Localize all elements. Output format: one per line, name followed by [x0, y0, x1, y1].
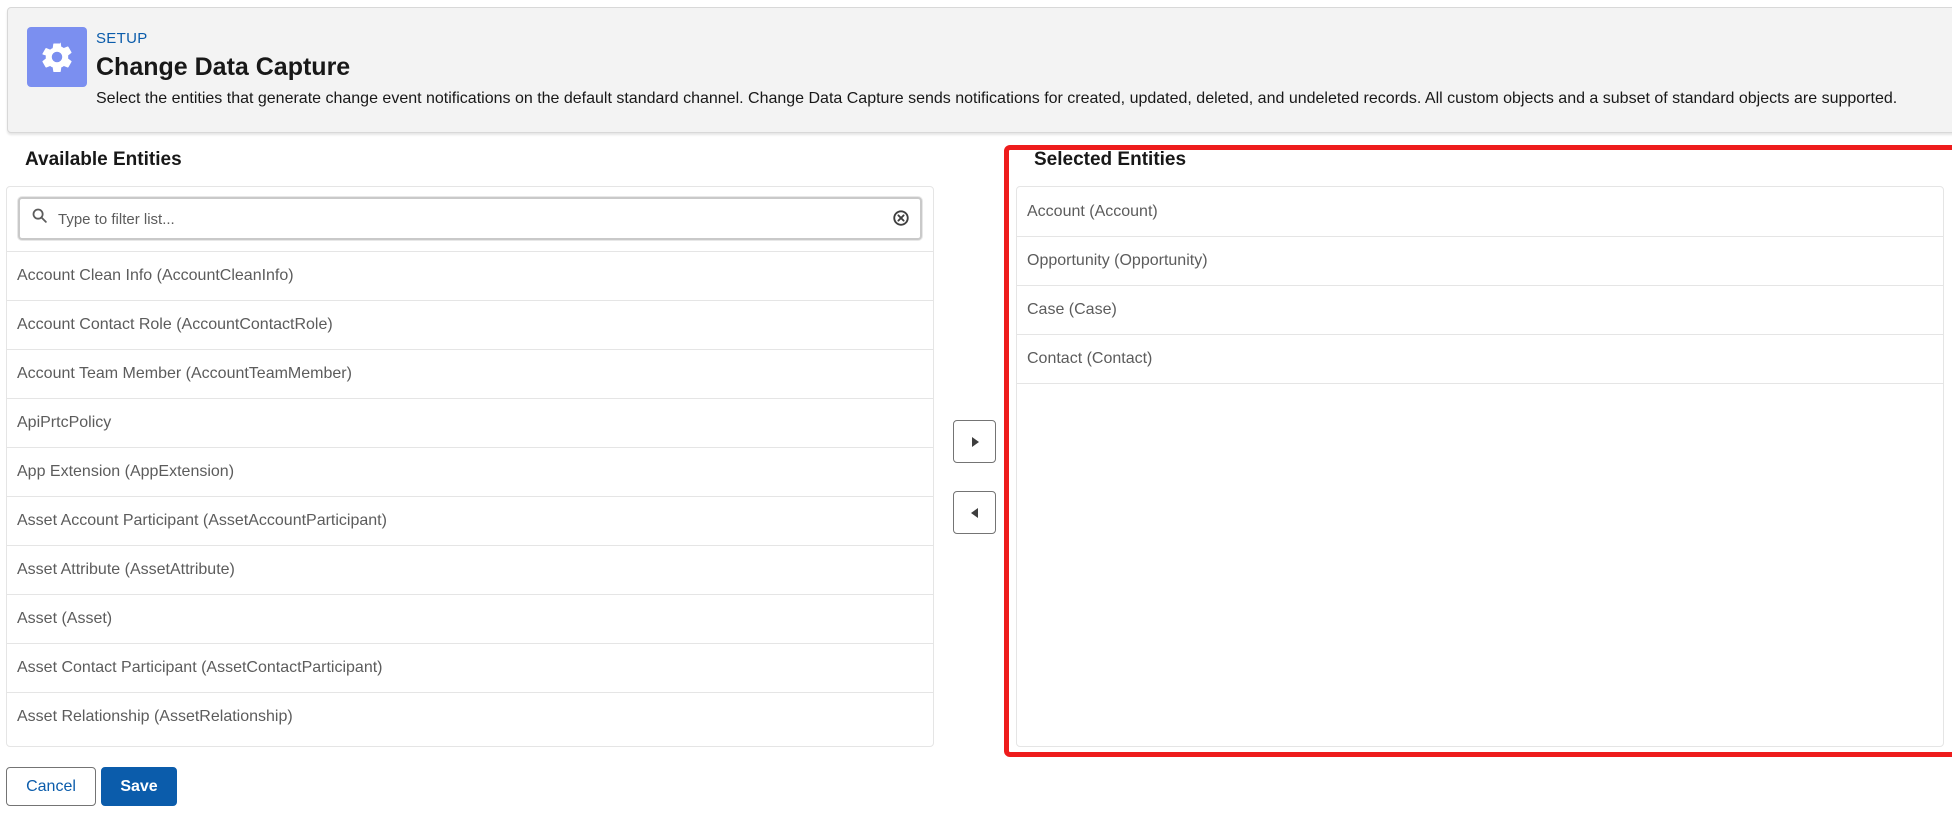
filter-search-box	[18, 197, 922, 240]
available-item[interactable]: Account Clean Info (AccountCleanInfo)	[7, 251, 933, 300]
page-header: SETUP Change Data Capture Select the ent…	[7, 7, 1952, 133]
available-entities-panel: Account Clean Info (AccountCleanInfo) Ac…	[6, 186, 934, 747]
caret-left-icon	[970, 507, 978, 518]
caret-right-icon	[971, 436, 979, 447]
available-item[interactable]: Asset Account Participant (AssetAccountP…	[7, 496, 933, 545]
selected-item[interactable]: Account (Account)	[1017, 187, 1943, 236]
selected-entities-list: Account (Account) Opportunity (Opportuni…	[1017, 187, 1943, 384]
selected-item[interactable]: Case (Case)	[1017, 285, 1943, 334]
search-icon	[31, 207, 48, 229]
header-eyebrow: SETUP	[96, 30, 148, 47]
page-description: Select the entities that generate change…	[96, 90, 1898, 107]
available-item[interactable]: ApiPrtcPolicy	[7, 398, 933, 447]
filter-input[interactable]	[58, 205, 878, 233]
selected-entities-title: Selected Entities	[1034, 149, 1187, 170]
selected-item[interactable]: Contact (Contact)	[1017, 334, 1943, 383]
move-left-button[interactable]	[953, 491, 996, 534]
available-item[interactable]: Asset Attribute (AssetAttribute)	[7, 545, 933, 594]
available-item[interactable]: Account Contact Role (AccountContactRole…	[7, 300, 933, 349]
available-item[interactable]: Asset (Asset)	[7, 594, 933, 643]
available-item[interactable]: Asset Relationship (AssetRelationship)	[7, 692, 933, 741]
available-item[interactable]: Asset Contact Participant (AssetContactP…	[7, 643, 933, 692]
list-divider	[1017, 383, 1943, 384]
move-right-button[interactable]	[953, 420, 996, 463]
selected-item[interactable]: Opportunity (Opportunity)	[1017, 236, 1943, 285]
available-entities-title: Available Entities	[25, 149, 182, 170]
selected-entities-panel: Account (Account) Opportunity (Opportuni…	[1016, 186, 1944, 747]
cancel-button[interactable]: Cancel	[6, 767, 96, 806]
save-button[interactable]: Save	[101, 767, 177, 806]
available-entities-list: Account Clean Info (AccountCleanInfo) Ac…	[7, 251, 933, 741]
page-title: Change Data Capture	[96, 53, 351, 81]
gear-icon	[27, 27, 87, 87]
clear-icon[interactable]	[892, 209, 910, 232]
available-item[interactable]: App Extension (AppExtension)	[7, 447, 933, 496]
available-item[interactable]: Account Team Member (AccountTeamMember)	[7, 349, 933, 398]
